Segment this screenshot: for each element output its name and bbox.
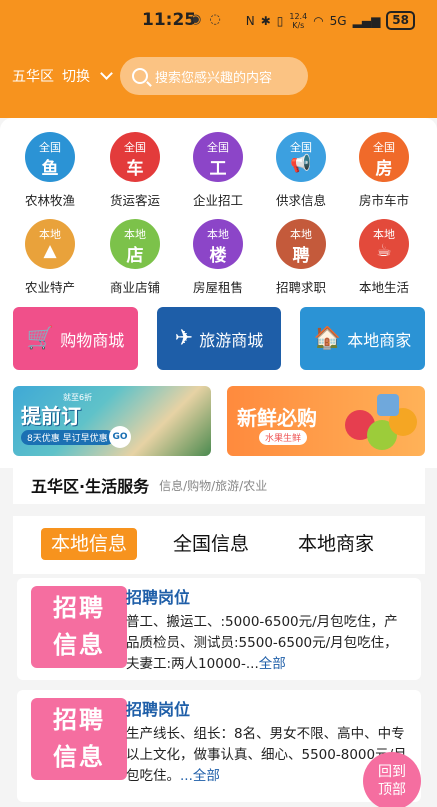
more-link[interactable]: ...全部 (180, 768, 220, 784)
category-item[interactable]: 本地 楼 房屋租售 (177, 219, 259, 296)
search-icon (132, 68, 148, 84)
building-icon: 本地 楼 (193, 219, 243, 269)
location-switcher[interactable]: 五华区 切换 (12, 66, 113, 86)
listing-title: 招聘岗位 (126, 588, 191, 607)
vibrate-icon: ▯ (276, 13, 284, 28)
category-item[interactable]: 全国 房 房市车市 (343, 132, 425, 209)
banner-subtitle: 水果生鲜 (259, 430, 308, 445)
search-input[interactable]: 搜索您感兴趣的内容 (120, 57, 308, 95)
farm-icon: 本地 ▲ (25, 219, 75, 269)
banner-title: 提前订 (21, 404, 81, 428)
truck-icon: 全国 车 (110, 132, 160, 182)
local-merchant-button[interactable]: 🏠 本地商家 (300, 307, 425, 370)
category-label: 本地生活 (358, 280, 409, 295)
battery-icon: 58 (386, 11, 415, 30)
megaphone-icon: 全国 📢 (276, 132, 326, 182)
info-tabs: 本地信息 全国信息 本地商家 (13, 516, 425, 574)
category-item[interactable]: 本地 聘 招聘求职 (260, 219, 342, 296)
wifi-icon: ◠ (313, 13, 324, 28)
go-badge: GO (109, 426, 131, 448)
tab-local-merchants[interactable]: 本地商家 (288, 528, 384, 560)
button-label: 购物商城 (60, 330, 125, 350)
house-icon: 全国 房 (359, 132, 409, 182)
shop-icon: 本地 店 (110, 219, 160, 269)
hire-icon: 本地 聘 (276, 219, 326, 269)
category-label: 房屋租售 (192, 280, 243, 295)
bluetooth-icon: ✱ (260, 13, 271, 28)
switch-label: 切换 (62, 69, 90, 85)
shopping-mall-button[interactable]: 🛒 购物商城 (13, 307, 138, 370)
tab-local-info[interactable]: 本地信息 (41, 528, 138, 560)
list-item[interactable]: 招聘 信息 招聘岗位 生产线长、组长：8名、男女不限、高中、中专以上文化，做事认… (17, 690, 421, 802)
fish-icon: 全国 鱼 (25, 132, 75, 182)
location-name: 五华区 (12, 69, 54, 85)
status-bar: 11:25 ◉ ◌ N ✱ ▯ 12.4 K/s ◠ 5G ▂▄▆ 58 (0, 8, 437, 34)
category-item[interactable]: 本地 ▲ 农业特产 (9, 219, 91, 296)
signal-label: 5G (329, 13, 347, 28)
travel-promo-banner[interactable]: 就至6折 提前订 8天优惠 早订早优惠 GO (13, 386, 211, 456)
service-title: 五华区·生活服务 (31, 477, 150, 496)
category-item[interactable]: 全国 工 企业招工 (177, 132, 259, 209)
status-right-group: N ✱ ▯ 12.4 K/s ◠ 5G ▂▄▆ 58 (246, 11, 415, 30)
status-time: 11:25 (142, 10, 197, 30)
more-link[interactable]: 全部 (259, 656, 286, 672)
category-label: 房市车市 (358, 193, 409, 208)
signal-bars-icon: ▂▄▆ (352, 13, 381, 28)
listing-description: 普工、搬运工、:5000-6500元/月包吃住，产品质检员、测试员:5500-6… (126, 614, 398, 672)
service-header: 五华区·生活服务 信息/购物/旅游/农业 (13, 466, 425, 504)
category-label: 招聘求职 (275, 280, 326, 295)
hire-thumbnail: 招聘 信息 (31, 586, 127, 668)
category-label: 商业店铺 (109, 280, 160, 295)
fresh-fruit-banner[interactable]: 新鲜必购 水果生鲜 (227, 386, 425, 456)
fruit-image (377, 394, 399, 416)
category-label: 供求信息 (275, 193, 326, 208)
tab-national-info[interactable]: 全国信息 (163, 528, 259, 560)
category-label: 农林牧渔 (24, 193, 75, 208)
worker-icon: 全国 工 (193, 132, 243, 182)
category-item[interactable]: 本地 店 商业店铺 (94, 219, 176, 296)
store-icon: 🏠 (313, 326, 342, 351)
search-placeholder: 搜索您感兴趣的内容 (155, 70, 273, 86)
travel-mall-button[interactable]: ✈ 旅游商城 (157, 307, 281, 370)
category-item[interactable]: 全国 车 货运客运 (94, 132, 176, 209)
cup-icon: 本地 ☕ (359, 219, 409, 269)
chevron-down-icon (100, 67, 113, 80)
listing-title: 招聘岗位 (126, 700, 191, 719)
list-item[interactable]: 招聘 信息 招聘岗位 普工、搬运工、:5000-6500元/月包吃住，产品质检员… (17, 578, 421, 680)
cart-icon: 🛒 (26, 326, 55, 351)
category-item[interactable]: 本地 ☕ 本地生活 (343, 219, 425, 296)
status-notification-icons: ◉ ◌ (190, 12, 223, 27)
category-item[interactable]: 全国 📢 供求信息 (260, 132, 342, 209)
banner-subtitle: 8天优惠 早订早优惠 (21, 430, 114, 445)
button-label: 本地商家 (347, 330, 412, 350)
category-label: 农业特产 (24, 280, 75, 295)
back-to-top-button[interactable]: 回到 顶部 (363, 752, 421, 807)
category-item[interactable]: 全国 鱼 农林牧渔 (9, 132, 91, 209)
hire-thumbnail: 招聘 信息 (31, 698, 127, 780)
category-label: 货运客运 (109, 193, 160, 208)
nfc-icon: N (245, 13, 255, 28)
net-speed: 12.4 K/s (289, 11, 308, 30)
banner-title: 新鲜必购 (237, 406, 317, 430)
plane-icon: ✈ (174, 326, 194, 351)
service-subtitle: 信息/购物/旅游/农业 (159, 478, 268, 493)
button-label: 旅游商城 (199, 330, 264, 350)
category-label: 企业招工 (192, 193, 243, 208)
